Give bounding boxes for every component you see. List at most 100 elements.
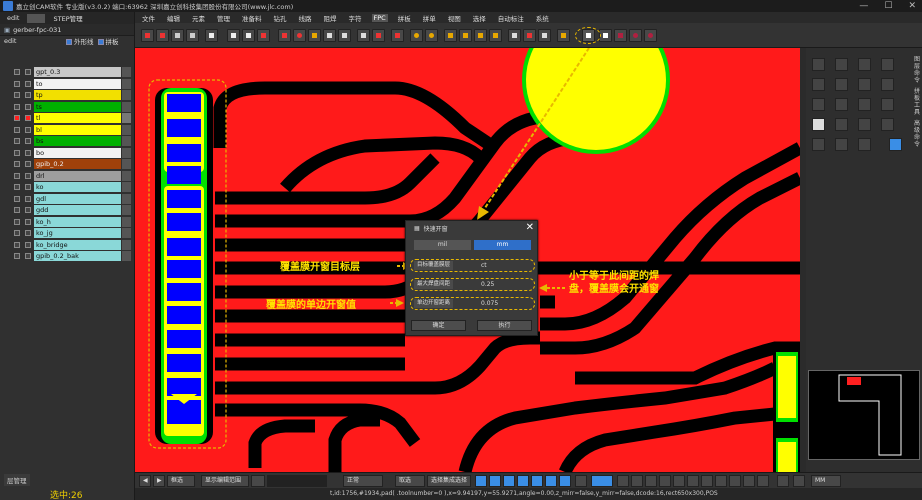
- draw-icon-6[interactable]: [687, 475, 699, 487]
- outline-checkbox[interactable]: 外形线: [66, 36, 94, 46]
- draw-icon-7[interactable]: [701, 475, 713, 487]
- maximize-button[interactable]: ☐: [884, 1, 892, 11]
- draw-icon-8[interactable]: [715, 475, 727, 487]
- layer-row[interactable]: ko_bridge: [0, 239, 135, 251]
- close-window-button[interactable]: ✕: [908, 1, 916, 11]
- layer-row-active[interactable]: tl: [0, 113, 135, 124]
- rtool-11-icon[interactable]: [858, 98, 871, 111]
- unit-mil-button[interactable]: mil: [414, 240, 471, 250]
- select-group-button[interactable]: 选择集成选择: [427, 475, 471, 487]
- dialog-close-icon[interactable]: ✕: [526, 222, 534, 233]
- layer-row[interactable]: to: [0, 78, 135, 90]
- rtool-7-icon[interactable]: [858, 78, 871, 91]
- line-type-dropdown[interactable]: 正常: [343, 475, 383, 487]
- tool-box-icon[interactable]: [391, 29, 404, 42]
- layer-row[interactable]: gpib_0.2: [0, 159, 135, 170]
- rtool-18-icon[interactable]: [835, 138, 848, 151]
- tab-blank[interactable]: [27, 13, 46, 23]
- layer-row[interactable]: ko: [0, 182, 135, 193]
- view-icon-3[interactable]: [503, 475, 515, 487]
- menu-file[interactable]: 文件: [140, 13, 157, 23]
- filter-icon[interactable]: [575, 475, 587, 487]
- menu-soldermask[interactable]: 阻焊: [322, 13, 339, 23]
- rtool-9-icon[interactable]: [812, 98, 825, 111]
- tool-pen-icon[interactable]: [357, 29, 370, 42]
- menu-view[interactable]: 视图: [446, 13, 463, 23]
- view-icon-6[interactable]: [545, 475, 557, 487]
- tool-probe-icon[interactable]: [205, 29, 218, 42]
- rtool-15-icon[interactable]: [858, 118, 871, 131]
- tool-page-icon[interactable]: [338, 29, 351, 42]
- draw-icon-9[interactable]: [729, 475, 741, 487]
- single-side-field[interactable]: 单边开窗距离 0.075: [410, 297, 535, 310]
- tab-step-manager[interactable]: STEP管理: [49, 13, 86, 23]
- layer-row[interactable]: drl: [0, 170, 135, 182]
- view-icon-4[interactable]: [517, 475, 529, 487]
- tool-pad-icon[interactable]: [308, 29, 321, 42]
- target-layer-field[interactable]: 目标覆盖膜层 ct: [410, 259, 535, 272]
- max-pad-spacing-field[interactable]: 最大焊盘间距 0.25: [410, 278, 535, 291]
- rtool-5-icon[interactable]: [812, 78, 825, 91]
- tool-frame-icon[interactable]: [459, 29, 472, 42]
- draw-icon-5[interactable]: [673, 475, 685, 487]
- layer-row[interactable]: gpib_0.2_bak: [0, 251, 135, 262]
- tool-red-square-icon[interactable]: [614, 29, 627, 42]
- menu-edit[interactable]: 编辑: [165, 13, 182, 23]
- tool-ring-icon[interactable]: [410, 29, 423, 42]
- draw-icon-3[interactable]: [645, 475, 657, 487]
- view-icon-5[interactable]: [531, 475, 543, 487]
- menu-prepare[interactable]: 准备料: [240, 13, 264, 23]
- tool-link-icon[interactable]: [242, 29, 255, 42]
- next-arrow-icon[interactable]: ▶: [153, 475, 165, 487]
- rtool-3-icon[interactable]: [858, 58, 871, 71]
- max-pad-spacing-value[interactable]: 0.25: [481, 280, 494, 289]
- rtool-6-icon[interactable]: [835, 78, 848, 91]
- rtool-8-icon[interactable]: [881, 78, 894, 91]
- menu-element[interactable]: 元素: [190, 13, 207, 23]
- unit-dropdown[interactable]: MM: [811, 475, 841, 487]
- tool-pin-icon[interactable]: [227, 29, 240, 42]
- panel-checkbox[interactable]: 拼板: [97, 36, 119, 46]
- tool-stamp-icon[interactable]: [489, 29, 502, 42]
- tool-eraser-icon[interactable]: [372, 29, 385, 42]
- single-side-value[interactable]: 0.075: [481, 299, 498, 308]
- layer-row[interactable]: gdd: [0, 205, 135, 216]
- grid-dropdown[interactable]: [591, 475, 613, 487]
- tool-grid-icon[interactable]: [171, 29, 184, 42]
- pick-button[interactable]: 取选: [395, 475, 425, 487]
- layer-row[interactable]: ko_h: [0, 216, 135, 228]
- tool-shape-icon[interactable]: [257, 29, 270, 42]
- tool-ruler-icon[interactable]: [508, 29, 521, 42]
- tool-flag-icon[interactable]: [278, 29, 291, 42]
- execute-button[interactable]: 执行: [477, 320, 532, 331]
- draw-icon-13[interactable]: [793, 475, 805, 487]
- draw-icon-12[interactable]: [777, 475, 789, 487]
- minimap[interactable]: [808, 370, 920, 460]
- layer-row[interactable]: ts: [0, 101, 135, 113]
- menu-silkscreen[interactable]: 字符: [347, 13, 364, 23]
- layer-row[interactable]: gpt_0.3: [0, 67, 135, 78]
- rtool-1-icon[interactable]: [812, 58, 825, 71]
- tool-arc-icon[interactable]: [156, 29, 169, 42]
- tool-copy-icon[interactable]: [323, 29, 336, 42]
- menu-system[interactable]: 系统: [534, 13, 551, 23]
- rtool-20-icon[interactable]: [889, 138, 902, 151]
- menu-panelize[interactable]: 拼板: [396, 13, 413, 23]
- job-tree-item[interactable]: ▣ gerber-fpc-031: [0, 24, 134, 36]
- menu-auto-annotate[interactable]: 自动标注: [496, 13, 526, 23]
- tool-bridge-icon[interactable]: [557, 29, 570, 42]
- draw-icon-11[interactable]: [757, 475, 769, 487]
- layer-row[interactable]: gdl: [0, 193, 135, 205]
- target-layer-value[interactable]: ct: [481, 261, 487, 270]
- layer-row[interactable]: tp: [0, 90, 135, 101]
- tab-edit[interactable]: edit: [3, 14, 23, 22]
- tool-hatch-icon[interactable]: [186, 29, 199, 42]
- menu-manage[interactable]: 管理: [215, 13, 232, 23]
- rtool-10-icon[interactable]: [835, 98, 848, 111]
- minimize-button[interactable]: —: [859, 1, 868, 11]
- menu-fpc[interactable]: FPC: [371, 13, 388, 22]
- draw-icon-10[interactable]: [743, 475, 755, 487]
- side-tab-layer-commands[interactable]: 图层命令: [914, 56, 921, 84]
- side-tab-advanced-commands[interactable]: 高级命令: [914, 120, 921, 148]
- menu-trace[interactable]: 线路: [297, 13, 314, 23]
